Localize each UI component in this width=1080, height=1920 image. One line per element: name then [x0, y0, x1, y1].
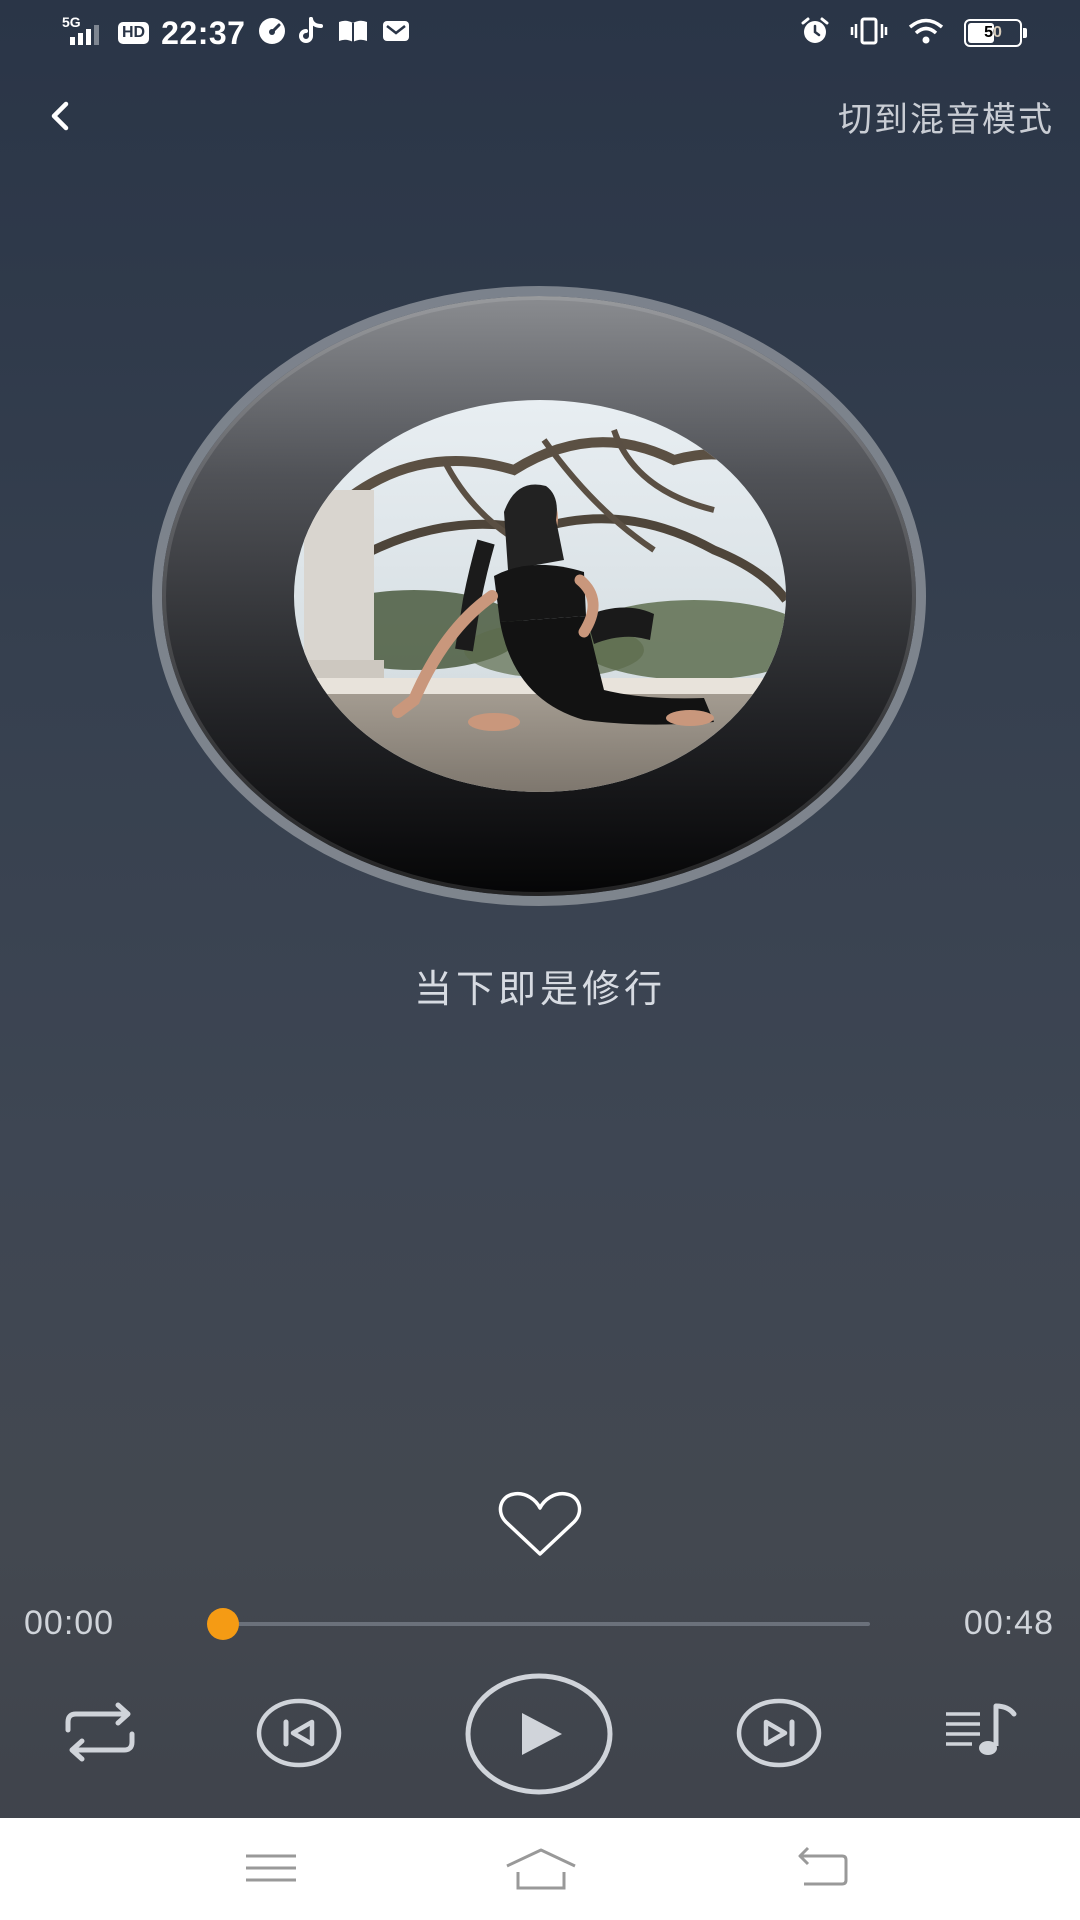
hd-icon: HD [118, 22, 150, 44]
switch-mix-mode-button[interactable]: 切到混音模式 [838, 92, 1054, 141]
status-bar-right: 50 [800, 12, 1027, 54]
menu-icon [246, 1854, 296, 1882]
chevron-left-icon [51, 101, 69, 131]
vibrate-icon [850, 16, 888, 51]
total-time: 00:48 [963, 1604, 1054, 1642]
home-icon [506, 1848, 576, 1890]
track-title: 当下即是修行 [413, 969, 666, 1011]
nav-home-button[interactable] [504, 1844, 578, 1894]
nav-back-button[interactable] [794, 1844, 850, 1894]
status-bar-left: 5G HD 22:37 [62, 12, 411, 54]
yoga-cover-image [294, 400, 786, 792]
back-icon [798, 1846, 848, 1886]
player-screen: 5G HD 22:37 50 切到混音模式 当下即是修行 00:00 00:48 [0, 0, 1080, 1920]
system-nav-bar [0, 1818, 1080, 1920]
mail-icon [381, 18, 411, 49]
status-time: 22:37 [161, 14, 246, 51]
status-bar: 5G HD 22:37 50 [0, 0, 1080, 66]
heart-icon [498, 1491, 582, 1556]
tiktok-icon [299, 16, 325, 51]
favorite-button[interactable] [496, 1490, 584, 1560]
play-button[interactable] [464, 1672, 614, 1796]
playlist-icon [946, 1703, 1017, 1755]
speedometer-icon [257, 16, 287, 51]
back-button[interactable] [36, 92, 84, 140]
current-time: 00:00 [24, 1604, 115, 1642]
repeat-icon [65, 1702, 135, 1762]
playlist-button[interactable] [944, 1700, 1018, 1760]
previous-button[interactable] [256, 1698, 342, 1768]
book-icon [337, 18, 369, 49]
repeat-button[interactable] [58, 1700, 142, 1764]
network-label: 5G [62, 14, 81, 30]
next-button[interactable] [736, 1698, 822, 1768]
skip-previous-icon [256, 1698, 342, 1768]
wifi-icon [908, 16, 944, 51]
signal-icon: 5G [62, 13, 106, 54]
play-icon [465, 1673, 613, 1795]
battery-level: 50 [984, 24, 1002, 41]
battery-icon: 50 [964, 19, 1027, 47]
nav-menu-button[interactable] [244, 1844, 298, 1894]
progress-bar[interactable] [207, 1608, 870, 1640]
alarm-icon [800, 16, 830, 51]
skip-next-icon [736, 1698, 822, 1768]
progress-thumb[interactable] [207, 1608, 240, 1640]
